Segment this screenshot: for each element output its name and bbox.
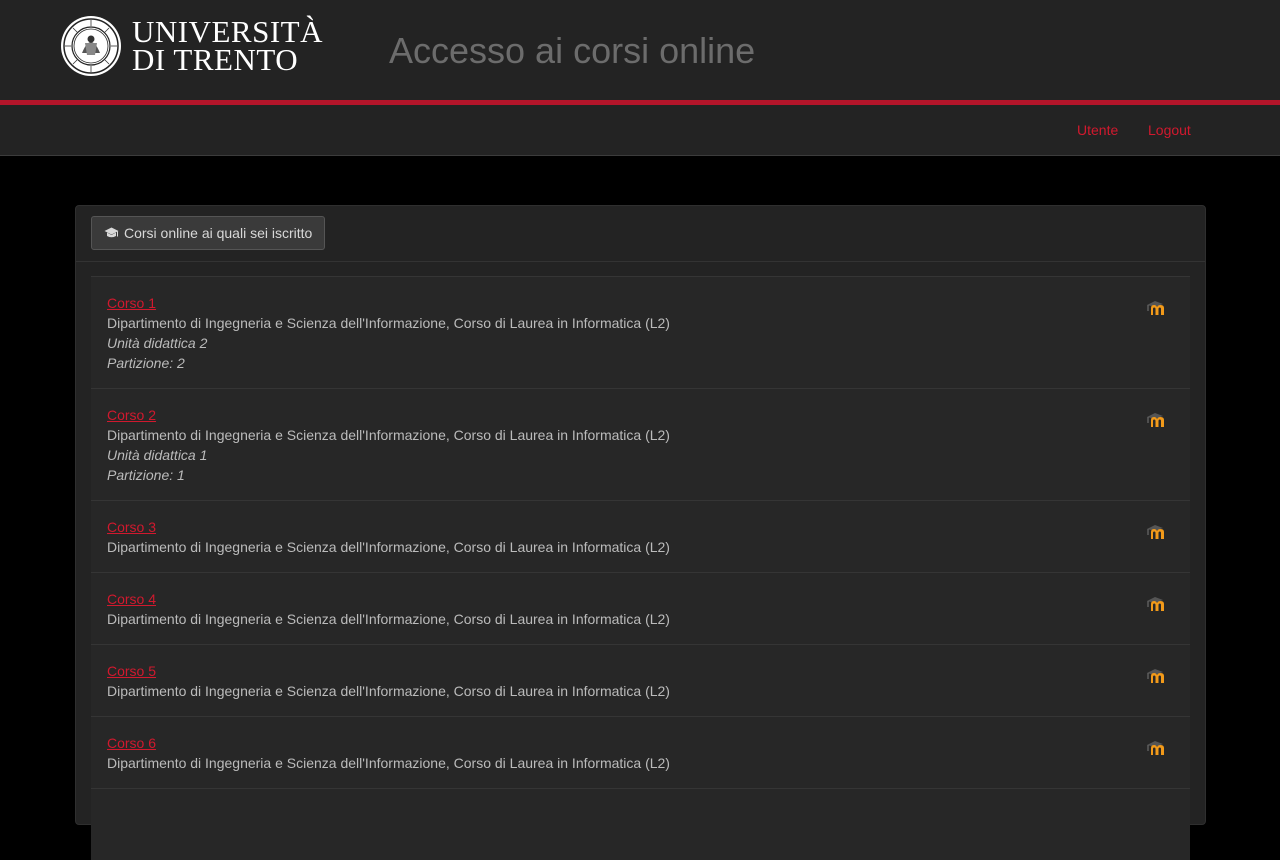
site-header: UNIVERSITÀ DI TRENTO Accesso ai corsi on… [0, 0, 1280, 100]
graduation-cap-icon [104, 227, 119, 238]
list-item: Corso 1 Dipartimento di Ingegneria e Sci… [91, 276, 1190, 388]
panel-heading: Corsi online ai quali sei iscritto [76, 206, 1205, 262]
list-item-partial [91, 788, 1190, 860]
moodle-icon[interactable] [1146, 523, 1166, 541]
course-unit: Unità didattica 2 [107, 335, 208, 351]
course-department: Dipartimento di Ingegneria e Scienza del… [107, 755, 670, 771]
logo-line-2: DI TRENTO [132, 42, 299, 77]
course-department: Dipartimento di Ingegneria e Scienza del… [107, 315, 670, 331]
moodle-icon[interactable] [1146, 595, 1166, 613]
course-list: Corso 1 Dipartimento di Ingegneria e Sci… [91, 276, 1190, 860]
course-department: Dipartimento di Ingegneria e Scienza del… [107, 683, 670, 699]
course-link[interactable]: Corso 6 [107, 735, 156, 751]
list-item: Corso 3 Dipartimento di Ingegneria e Sci… [91, 500, 1190, 572]
course-link[interactable]: Corso 3 [107, 519, 156, 535]
course-link[interactable]: Corso 5 [107, 663, 156, 679]
moodle-icon[interactable] [1146, 739, 1166, 757]
user-link[interactable]: Utente [1077, 122, 1118, 138]
enrolled-courses-label: Corsi online ai quali sei iscritto [124, 225, 313, 241]
list-item: Corso 2 Dipartimento di Ingegneria e Sci… [91, 388, 1190, 500]
page-title: Accesso ai corsi online [389, 30, 756, 71]
list-item: Corso 5 Dipartimento di Ingegneria e Sci… [91, 644, 1190, 716]
courses-panel: Corsi online ai quali sei iscritto Corso… [75, 205, 1206, 860]
enrolled-courses-button[interactable]: Corsi online ai quali sei iscritto [91, 216, 326, 250]
course-link[interactable]: Corso 4 [107, 591, 156, 607]
logout-link[interactable]: Logout [1148, 122, 1191, 138]
top-navbar: Utente Logout [0, 105, 1280, 156]
university-seal-icon [61, 16, 121, 76]
moodle-icon[interactable] [1146, 411, 1166, 429]
course-link[interactable]: Corso 1 [107, 295, 156, 311]
course-link[interactable]: Corso 2 [107, 407, 156, 423]
course-department: Dipartimento di Ingegneria e Scienza del… [107, 427, 670, 443]
course-department: Dipartimento di Ingegneria e Scienza del… [107, 539, 670, 555]
course-partition: Partizione: 2 [107, 355, 185, 371]
list-item: Corso 6 Dipartimento di Ingegneria e Sci… [91, 716, 1190, 788]
course-unit: Unità didattica 1 [107, 447, 208, 463]
moodle-icon[interactable] [1146, 299, 1166, 317]
course-partition: Partizione: 1 [107, 467, 185, 483]
list-item: Corso 4 Dipartimento di Ingegneria e Sci… [91, 572, 1190, 644]
university-logo[interactable]: UNIVERSITÀ DI TRENTO [60, 15, 323, 77]
course-department: Dipartimento di Ingegneria e Scienza del… [107, 611, 670, 627]
logo-wordmark: UNIVERSITÀ DI TRENTO [132, 16, 323, 77]
moodle-icon[interactable] [1146, 667, 1166, 685]
